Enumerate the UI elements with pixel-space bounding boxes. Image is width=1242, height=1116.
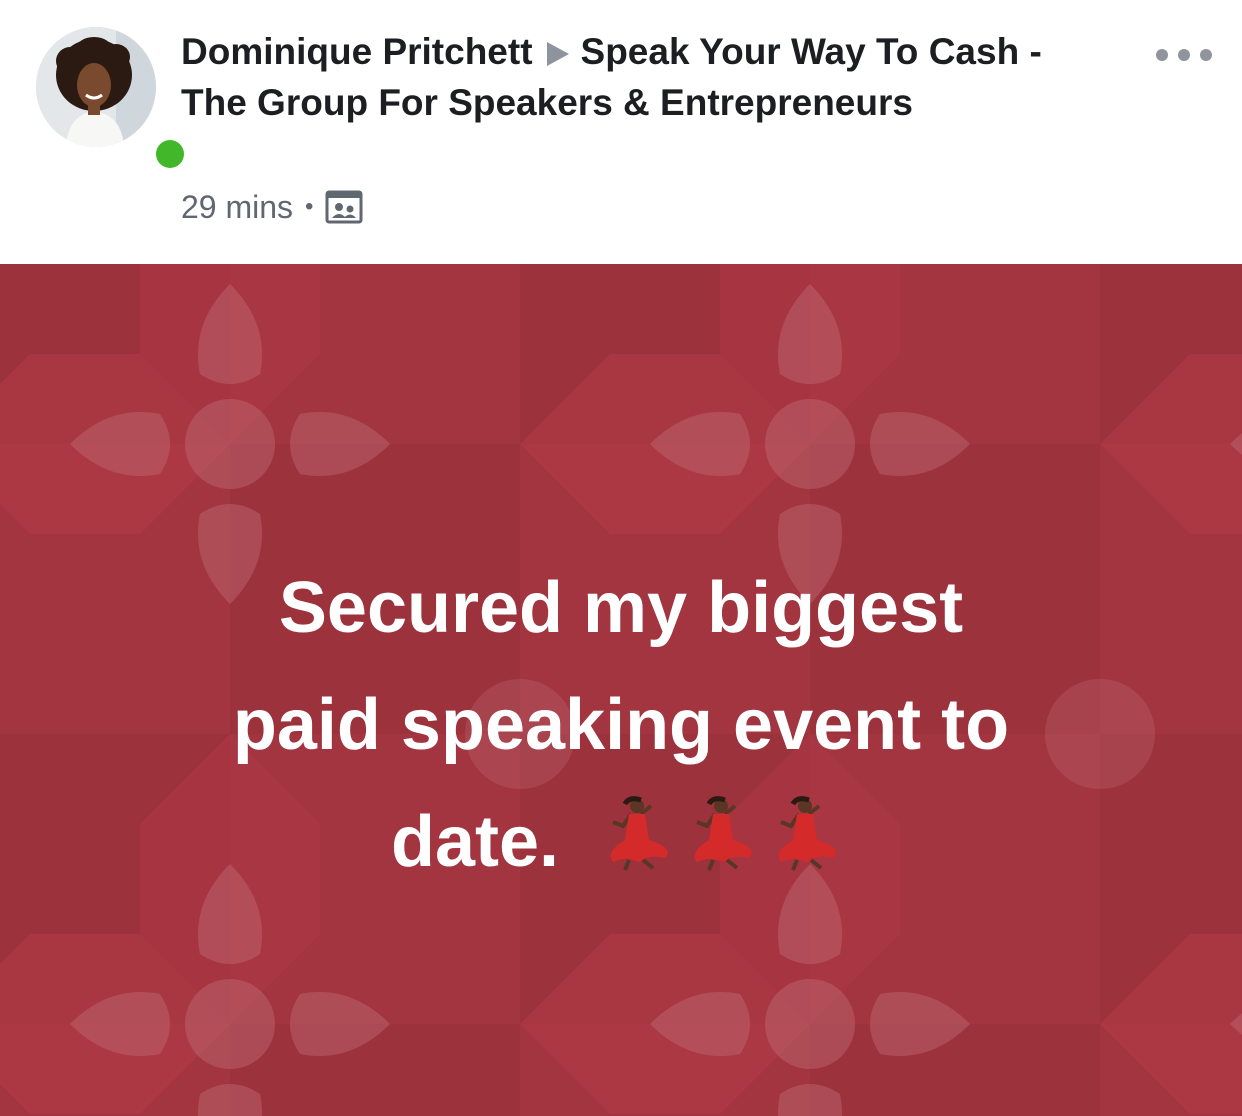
more-options-icon (1156, 49, 1168, 61)
status-message: Secured my biggest paid speaking event t… (0, 550, 1242, 907)
post-title: Dominique Pritchett Speak Your Way To Cas… (181, 26, 1081, 128)
avatar[interactable] (36, 27, 156, 147)
dancer-icon (694, 796, 752, 871)
more-options-button[interactable] (1156, 40, 1212, 70)
status-line-3-text: date. (390, 802, 560, 882)
dancer-icon (610, 796, 668, 871)
more-options-dot (1178, 49, 1190, 61)
avatar-image (36, 27, 156, 147)
post-meta: 29 mins • (181, 184, 363, 230)
post-header: Dominique Pritchett Speak Your Way To Cas… (0, 0, 1242, 264)
status-line-2: paid speaking event to (232, 685, 1010, 765)
timestamp-link[interactable]: 29 mins (181, 189, 293, 226)
status-line-1: Secured my biggest (278, 568, 964, 648)
status-line-3: date. (0, 784, 1242, 907)
emoji-group (599, 790, 851, 907)
dancer-icon (778, 796, 836, 871)
group-icon (325, 190, 363, 224)
feed-post: Dominique Pritchett Speak Your Way To Cas… (0, 0, 1242, 1116)
author-avatar-wrap[interactable] (36, 27, 189, 173)
separator-dot: • (305, 193, 314, 220)
more-options-dot (1200, 49, 1212, 61)
online-status-dot (151, 135, 189, 173)
right-arrow-icon (546, 42, 569, 66)
author-name-link[interactable]: Dominique Pritchett (181, 31, 533, 72)
status-background[interactable]: Secured my biggest paid speaking event t… (0, 264, 1242, 1116)
